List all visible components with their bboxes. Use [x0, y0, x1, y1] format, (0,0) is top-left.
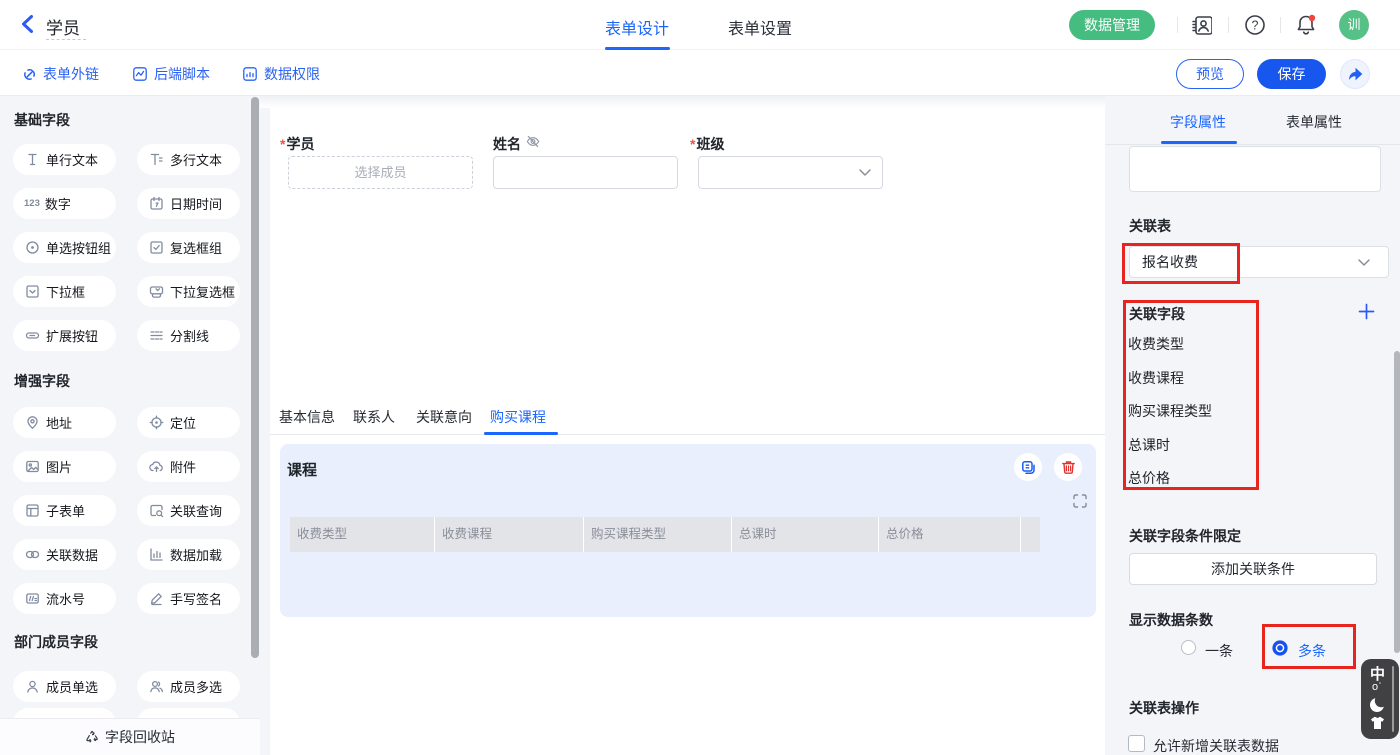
svg-text:?: ? [1252, 19, 1259, 33]
